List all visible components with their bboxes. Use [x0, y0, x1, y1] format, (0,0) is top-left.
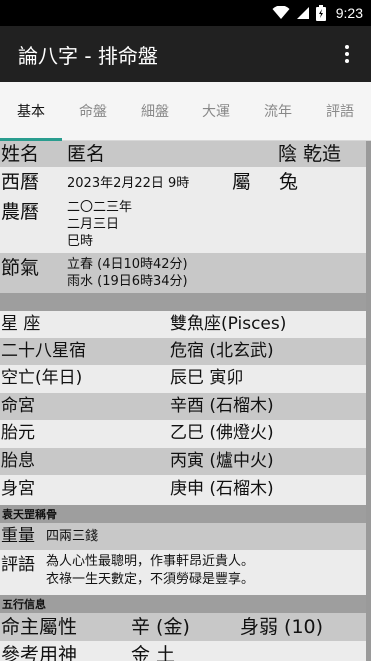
lunar-year: 二〇二三年	[67, 200, 133, 215]
status-icons: 9:23	[272, 4, 363, 22]
detail-value: 丙寅 (爐中火)	[170, 451, 274, 471]
overflow-dot	[345, 45, 349, 49]
tab-bar: 基本 命盤 細盤 大運 流年 評語	[0, 82, 371, 141]
solar-date-value: 2023年2月22日 9時	[67, 176, 190, 191]
useful-god-value: 金 土	[131, 644, 176, 661]
detail-value: 雙魚座(Pisces)	[170, 314, 287, 334]
detail-label: 胎息	[1, 451, 35, 471]
solar-date-label: 西曆	[1, 171, 40, 193]
detail-label: 胎元	[1, 423, 35, 443]
status-bar: 9:23	[0, 0, 371, 26]
overflow-dot	[345, 59, 349, 63]
lunar-month-day: 二月三日	[67, 217, 120, 232]
tab-comments[interactable]: 評語	[309, 82, 371, 140]
detail-label: 星 座	[1, 314, 41, 334]
name-label: 姓名	[1, 143, 40, 165]
lunar-hour: 巳時	[67, 234, 94, 249]
detail-row-life-palace: 命宮 辛酉 (石榴木)	[0, 393, 371, 420]
body-strength-value: 身弱 (10)	[240, 616, 324, 638]
master-element-value: 辛 (金)	[131, 616, 190, 638]
detail-label: 身宮	[1, 479, 35, 499]
detail-row-constellation: 星 座 雙魚座(Pisces)	[0, 311, 371, 338]
zodiac-label: 屬	[232, 171, 252, 193]
master-element-row: 命主屬性 辛 (金) 身弱 (10)	[0, 613, 371, 641]
detail-label: 命宮	[1, 396, 35, 416]
lunar-date-label: 農曆	[1, 201, 40, 223]
tab-chart[interactable]: 命盤	[62, 82, 124, 140]
bone-weight-section-header: 袁天罡稱骨	[0, 505, 371, 523]
five-elements-section-header: 五行信息	[0, 595, 371, 613]
bone-weight-label: 重量	[1, 526, 35, 546]
tab-annual-luck[interactable]: 流年	[247, 82, 309, 140]
tab-basic[interactable]: 基本	[0, 82, 62, 140]
solar-term-row: 節氣 立春 (4日10時42分) 雨水 (19日6時34分)	[0, 253, 371, 293]
basic-info-content[interactable]: 姓名 匿名 陰 乾造 西曆 2023年2月22日 9時 屬 兔 農曆 二〇二三年…	[0, 141, 371, 661]
five-elements-section-title: 五行信息	[2, 598, 46, 611]
overflow-dot	[345, 52, 349, 56]
solar-term-middle: 雨水 (19日6時34分)	[67, 274, 188, 289]
signal-icon	[296, 7, 309, 19]
name-row: 姓名 匿名 陰 乾造	[0, 141, 371, 167]
detail-row-lunar-mansion: 二十八星宿 危宿 (北玄武)	[0, 338, 371, 365]
gender-value: 陰 乾造	[278, 143, 342, 165]
bone-comment-line-1: 為人心性最聰明，作事軒昂近貴人。	[46, 554, 255, 569]
tab-major-luck[interactable]: 大運	[185, 82, 247, 140]
master-element-label: 命主屬性	[1, 616, 78, 638]
detail-row-body-palace: 身宮 庚申 (石榴木)	[0, 475, 371, 505]
app-title: 論八字 - 排命盤	[18, 44, 158, 68]
scrollbar-track[interactable]	[366, 141, 371, 661]
tab-detail-chart[interactable]: 細盤	[124, 82, 186, 140]
app-bar: 論八字 - 排命盤	[0, 26, 371, 82]
bone-comment-row: 評語 為人心性最聰明，作事軒昂近貴人。 衣祿一生天數定，不須勞碌是豐享。	[0, 550, 371, 595]
detail-row-void: 空亡(年日) 辰巳 寅卯	[0, 365, 371, 393]
detail-value: 辛酉 (石榴木)	[170, 396, 274, 416]
detail-value: 庚申 (石榴木)	[170, 479, 274, 499]
bone-weight-row: 重量 四兩三錢	[0, 523, 371, 550]
bone-comment-label: 評語	[1, 555, 35, 575]
lunar-date-row: 農曆 二〇二三年 二月三日 巳時	[0, 197, 371, 253]
bone-weight-value: 四兩三錢	[46, 529, 99, 544]
detail-row-fetal-breath: 胎息 丙寅 (爐中火)	[0, 448, 371, 475]
useful-god-label: 參考用神	[1, 644, 78, 661]
detail-value: 乙巳 (佛燈火)	[170, 423, 274, 443]
solar-term-label: 節氣	[1, 257, 40, 279]
detail-value: 辰巳 寅卯	[170, 368, 244, 388]
detail-label: 空亡(年日)	[1, 368, 83, 388]
overflow-menu-button[interactable]	[335, 42, 359, 66]
status-time: 9:23	[335, 5, 363, 21]
solar-term-start: 立春 (4日10時42分)	[67, 257, 188, 272]
bone-weight-section-title: 袁天罡稱骨	[2, 508, 57, 521]
solar-date-row: 西曆 2023年2月22日 9時 屬 兔	[0, 167, 371, 197]
name-value: 匿名	[67, 143, 106, 165]
detail-value: 危宿 (北玄武)	[170, 341, 274, 361]
zodiac-value: 兔	[279, 171, 299, 193]
wifi-icon	[272, 6, 290, 19]
detail-row-fetal-origin: 胎元 乙巳 (佛燈火)	[0, 420, 371, 448]
useful-god-row: 參考用神 金 土	[0, 641, 371, 661]
section-divider	[0, 293, 371, 311]
bone-comment-line-2: 衣祿一生天數定，不須勞碌是豐享。	[46, 572, 255, 587]
battery-charging-icon	[315, 5, 326, 21]
detail-label: 二十八星宿	[1, 341, 86, 361]
